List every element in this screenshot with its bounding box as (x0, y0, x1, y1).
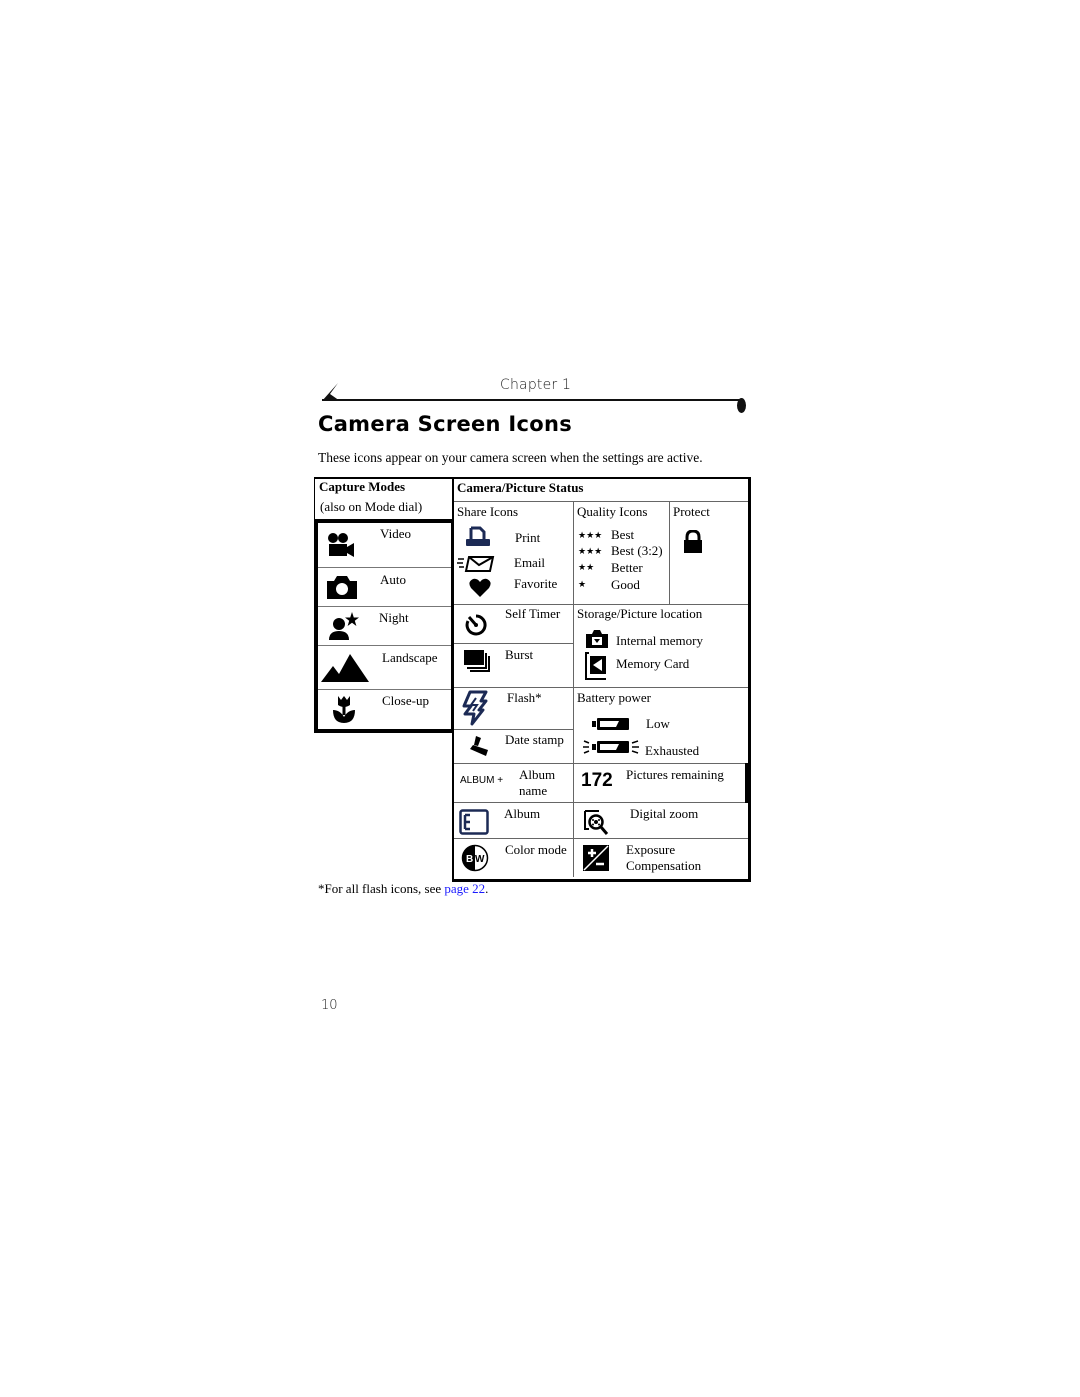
share-label: Email (514, 555, 546, 570)
capture-mode-label: Auto (380, 572, 406, 587)
capture-mode-label: Landscape (382, 650, 438, 665)
battery-heading: Battery power (577, 690, 652, 705)
capture-mode-video: Video (318, 523, 451, 568)
footnote-suffix: . (485, 881, 489, 896)
night-portrait-icon (327, 611, 359, 646)
camera-status-title: Camera/Picture Status (457, 480, 584, 495)
self-timer-label: Self Timer (505, 606, 561, 621)
quality-label: Good (611, 577, 640, 592)
divider (454, 501, 748, 502)
capture-modes-title: Capture Modes (319, 479, 406, 494)
album-label: Album (504, 806, 541, 821)
quality-label: Better (611, 560, 643, 575)
mountains-icon (321, 651, 369, 688)
pictures-remaining-label: Pictures remaining (626, 767, 724, 782)
exposure-label: Exposure (626, 842, 676, 857)
capture-mode-label: Close-up (382, 693, 429, 708)
date-stamp-label: Date stamp (505, 732, 564, 747)
envelope-icon (457, 555, 495, 578)
memory-card-icon (585, 652, 607, 685)
zoom-icon (583, 810, 609, 841)
share-icons-heading: Share Icons (457, 504, 519, 519)
intro-text: These icons appear on your camera screen… (318, 450, 703, 465)
chapter-rule (322, 399, 742, 401)
camera-status-table: Share Icons Print Email Favorite Quality… (452, 477, 751, 882)
chapter-label: Chapter 1 (500, 377, 572, 393)
capture-modes-table: Video Auto Night Landscape Close-up (314, 519, 454, 733)
burst-label: Burst (505, 647, 534, 662)
star-rating: ★★★ (578, 546, 603, 556)
storage-label: Memory Card (616, 656, 690, 671)
flash-label: Flash* (507, 690, 542, 705)
flash-icon (462, 690, 488, 731)
lock-icon (683, 529, 703, 559)
page-title: Camera Screen Icons (318, 412, 573, 436)
divider (573, 501, 574, 877)
album-name-prefix: ALBUM + (460, 775, 504, 786)
capture-modes-subtitle: (also on Mode dial) (320, 499, 423, 514)
burst-icon (463, 649, 491, 678)
quality-icons-heading: Quality Icons (577, 504, 648, 519)
footnote-text: *For all flash icons, see (318, 881, 445, 896)
battery-exhausted-icon (583, 738, 643, 761)
battery-low-icon (592, 717, 630, 736)
storage-heading: Storage/Picture location (577, 606, 703, 621)
divider (454, 687, 748, 688)
share-label: Favorite (514, 576, 558, 591)
share-label: Print (515, 530, 541, 545)
heart-icon (469, 578, 491, 603)
battery-label: Exhausted (645, 743, 700, 758)
divider (669, 501, 670, 604)
divider (454, 643, 573, 644)
timer-icon (464, 613, 488, 642)
digital-zoom-label: Digital zoom (630, 806, 699, 821)
svg-text:W: W (475, 854, 485, 865)
video-camera-icon (327, 532, 355, 563)
exposure-icon (583, 845, 609, 876)
capture-mode-night: Night (318, 606, 451, 646)
quality-label: Best (3:2) (611, 543, 663, 558)
internal-memory-icon (585, 629, 609, 654)
exposure-label: Compensation (626, 858, 702, 873)
divider (454, 604, 748, 605)
color-mode-label: Color mode (505, 842, 567, 857)
capture-mode-auto: Auto (318, 567, 451, 607)
camera-icon (326, 574, 358, 605)
storage-label: Internal memory (616, 633, 703, 648)
album-name-label: Album (519, 767, 556, 782)
capture-mode-close-up: Close-up (318, 689, 451, 729)
battery-label: Low (646, 716, 670, 731)
chapter-rule-left-ornament (320, 382, 342, 407)
printer-icon (465, 526, 491, 553)
capture-mode-label: Night (379, 610, 409, 625)
page-number: 10 (321, 998, 338, 1013)
capture-mode-landscape: Landscape (318, 645, 451, 690)
album-name-label: name (519, 783, 548, 798)
album-icon (459, 809, 489, 840)
footnote: *For all flash icons, see page 22. (318, 881, 488, 897)
table-edge-mark (745, 763, 750, 803)
capture-mode-label: Video (380, 526, 411, 541)
protect-heading: Protect (673, 504, 710, 519)
pictures-remaining-count: 172 (581, 770, 613, 791)
chapter-rule-right-ornament (737, 398, 746, 413)
star-rating: ★★★ (578, 530, 603, 540)
bw-icon: BW (461, 844, 489, 877)
svg-text:B: B (466, 854, 473, 865)
page-22-link[interactable]: page 22 (444, 881, 485, 896)
star-rating: ★★ (578, 562, 595, 572)
star-rating: ★ (578, 579, 587, 589)
divider (454, 802, 748, 803)
tulip-icon (332, 695, 356, 728)
quality-label: Best (611, 527, 635, 542)
divider (454, 763, 748, 764)
stamp-icon (468, 735, 490, 762)
